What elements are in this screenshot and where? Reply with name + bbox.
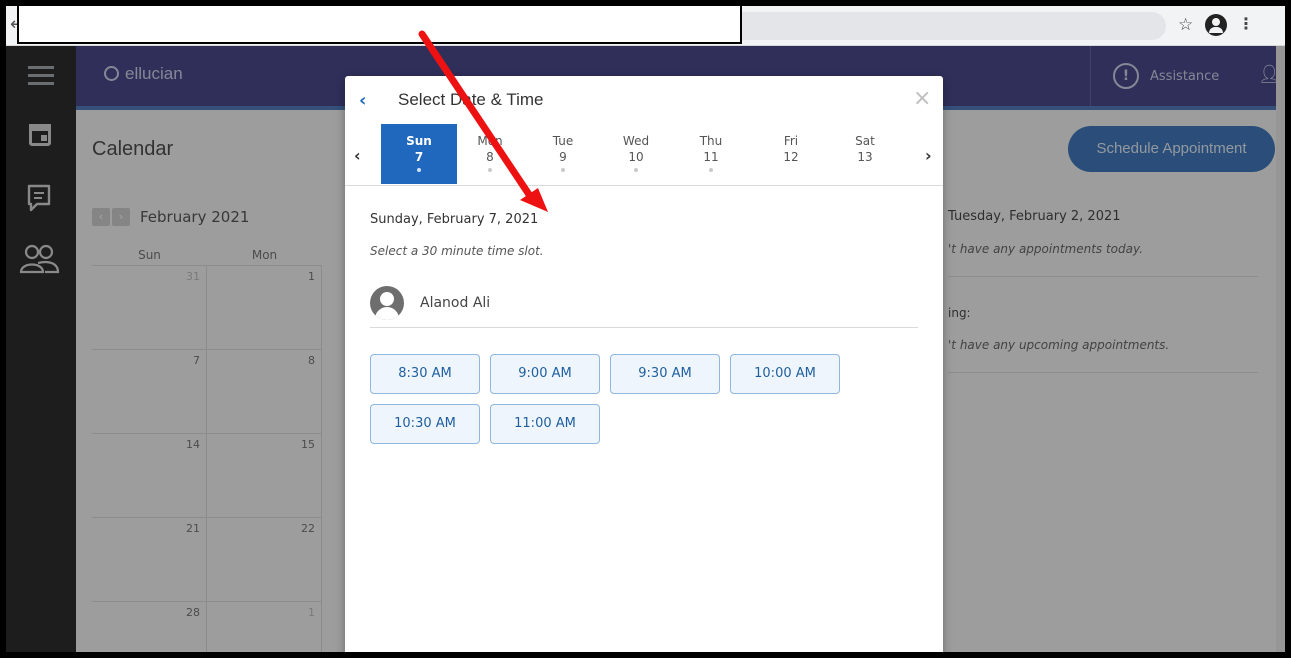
annotation-arrow (418, 30, 548, 212)
